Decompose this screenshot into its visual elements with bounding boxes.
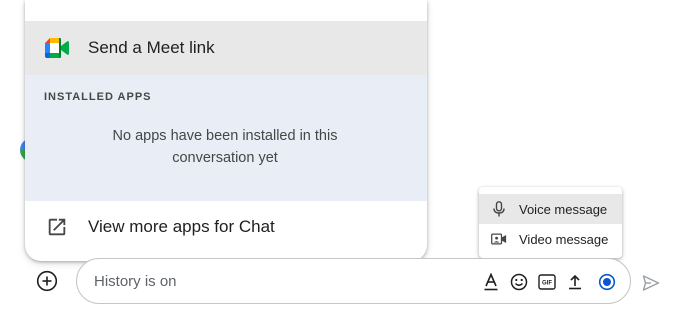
add-integration-button[interactable] [36, 270, 58, 292]
voice-message-item[interactable]: Voice message [479, 194, 622, 224]
view-more-apps-label: View more apps for Chat [88, 217, 275, 236]
emoji-icon[interactable] [509, 272, 529, 292]
installed-apps-empty-message: No apps have been installed in this conv… [112, 128, 338, 166]
media-message-menu: Voice message Video message [479, 187, 622, 258]
video-camera-icon [491, 231, 507, 247]
google-meet-icon [45, 36, 69, 60]
video-message-label: Video message [519, 231, 609, 247]
voice-message-label: Voice message [519, 201, 608, 217]
send-meet-link-label: Send a Meet link [88, 38, 215, 57]
installed-apps-section: INSTALLED APPS No apps have been install… [25, 75, 427, 201]
send-meet-link-item[interactable]: Send a Meet link [25, 21, 427, 75]
svg-text:GIF: GIF [542, 281, 552, 287]
send-button[interactable] [641, 273, 661, 293]
microphone-icon [491, 201, 507, 217]
format-text-icon[interactable] [481, 272, 501, 292]
send-icon [641, 275, 661, 297]
add-circle-icon [36, 270, 58, 296]
upload-icon[interactable] [565, 272, 585, 292]
view-more-apps-item[interactable]: View more apps for Chat [25, 201, 427, 253]
gif-icon[interactable]: GIF [537, 272, 557, 292]
open-in-new-icon [45, 215, 69, 239]
video-message-item[interactable]: Video message [479, 224, 622, 254]
message-input[interactable] [94, 270, 454, 292]
integration-menu: Send a Meet link INSTALLED APPS No apps … [25, 0, 427, 261]
message-composer: GIF [76, 258, 631, 304]
installed-apps-heading: INSTALLED APPS [44, 91, 152, 103]
record-icon[interactable] [597, 272, 617, 292]
